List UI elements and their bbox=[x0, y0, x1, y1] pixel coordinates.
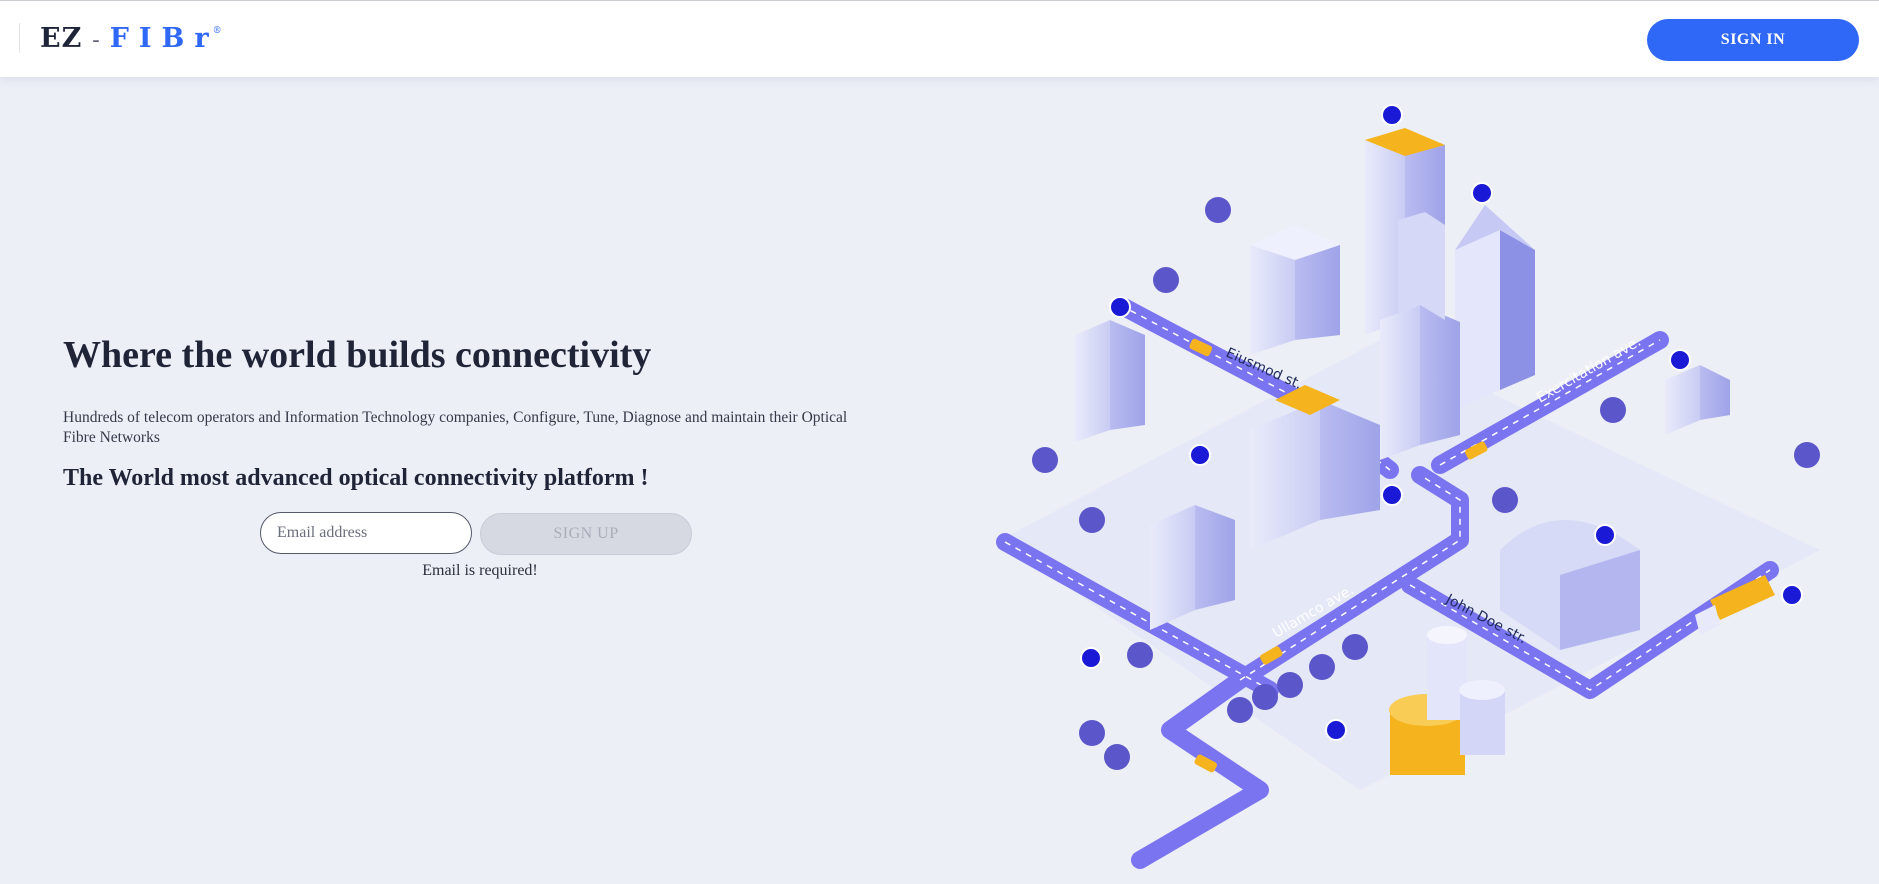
pin-icon bbox=[1381, 104, 1403, 126]
tree bbox=[1600, 397, 1626, 423]
center-tower-cap bbox=[1398, 212, 1445, 320]
tree bbox=[1252, 684, 1278, 710]
registered-mark: ® bbox=[212, 26, 222, 36]
tree bbox=[1153, 267, 1179, 293]
sign-in-button[interactable]: SIGN IN bbox=[1647, 19, 1859, 61]
tree bbox=[1342, 634, 1368, 660]
navbar-divider bbox=[19, 23, 20, 53]
right-block-front bbox=[1665, 365, 1700, 435]
tree bbox=[1127, 642, 1153, 668]
pin-icon bbox=[1471, 182, 1493, 204]
right-block-side bbox=[1700, 365, 1730, 420]
left-tower-front bbox=[1075, 320, 1110, 442]
glass-tower-front bbox=[1455, 230, 1500, 410]
logo-text-fibr: FIBr bbox=[109, 23, 219, 54]
glass-tower-side bbox=[1500, 230, 1535, 390]
hero-title: Where the world builds connectivity bbox=[63, 334, 652, 376]
tree bbox=[1309, 654, 1335, 680]
tree bbox=[1205, 197, 1231, 223]
white-tank-tall-top bbox=[1427, 626, 1467, 644]
pin-icon bbox=[1781, 584, 1803, 606]
pillar-building-side bbox=[1195, 505, 1235, 610]
pin-icon bbox=[1189, 444, 1211, 466]
logo-text-ez: EZ bbox=[40, 23, 83, 54]
center-tower-side bbox=[1420, 305, 1460, 445]
pin-icon bbox=[1109, 296, 1131, 318]
city-illustration: Eiusmod st. Exercitation ave. Ullamco av… bbox=[996, 104, 1820, 869]
hero-subtitle: The World most advanced optical connecti… bbox=[63, 465, 649, 491]
left-tower bbox=[1075, 320, 1145, 442]
pin-icon bbox=[1080, 647, 1102, 669]
pillar-building-front bbox=[1150, 505, 1195, 630]
tree bbox=[1277, 672, 1303, 698]
office-block-left bbox=[1250, 225, 1340, 355]
tree bbox=[1492, 487, 1518, 513]
tree bbox=[1079, 720, 1105, 746]
tree bbox=[1227, 697, 1253, 723]
top-navbar: EZ - FIBr ® SIGN IN bbox=[0, 0, 1879, 77]
tree bbox=[1104, 744, 1130, 770]
glass-tower bbox=[1455, 205, 1535, 410]
tree bbox=[1079, 507, 1105, 533]
right-block bbox=[1665, 365, 1730, 435]
hero-description: Hundreds of telecom operators and Inform… bbox=[63, 409, 848, 446]
left-tower-side bbox=[1110, 320, 1145, 430]
street-label-exercitation: Exercitation ave. bbox=[1534, 334, 1644, 407]
tree bbox=[1032, 447, 1058, 473]
logo-separator: - bbox=[92, 28, 100, 53]
brand-logo[interactable]: EZ - FIBr ® bbox=[40, 23, 228, 57]
pin-icon bbox=[1381, 484, 1403, 506]
pin-icon bbox=[1325, 719, 1347, 741]
pin-icon bbox=[1594, 524, 1616, 546]
tree bbox=[1794, 442, 1820, 468]
white-tank-short-top bbox=[1459, 680, 1505, 700]
email-error-message: Email is required! bbox=[422, 562, 538, 579]
email-input[interactable] bbox=[260, 512, 472, 554]
sign-up-button[interactable]: SIGN UP bbox=[480, 513, 692, 555]
pin-icon bbox=[1669, 349, 1691, 371]
center-tower-front bbox=[1380, 305, 1420, 460]
